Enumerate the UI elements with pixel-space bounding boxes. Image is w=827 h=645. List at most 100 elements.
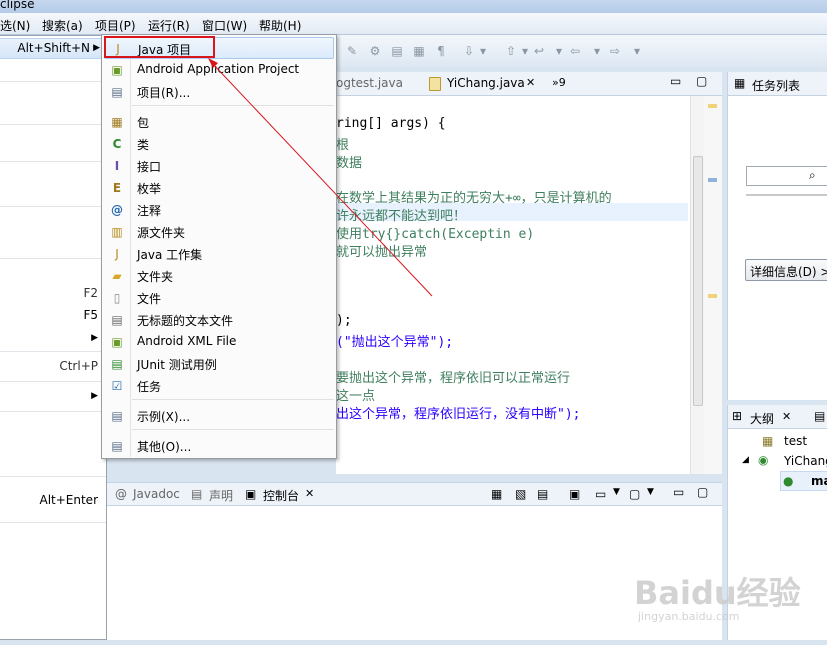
working-set-icon: J: [115, 247, 119, 261]
tab-console[interactable]: 控制台: [263, 487, 299, 504]
new-console-icon[interactable]: ▢: [629, 487, 640, 501]
tool-icon[interactable]: ⚙: [368, 44, 382, 58]
submenu-arrow-icon: ▶: [93, 43, 100, 53]
package-icon: ▦: [111, 115, 123, 129]
paragraph-icon[interactable]: ¶: [434, 44, 448, 58]
back-icon[interactable]: ⇦: [568, 44, 582, 58]
menu-item-android-project[interactable]: ▣ Android Application Project: [104, 59, 334, 81]
code-line: ("抛出这个异常");: [336, 335, 454, 350]
menu-item-folder[interactable]: ▰ 文件夹: [104, 265, 334, 287]
tab-yichang[interactable]: YiChang.java: [447, 76, 525, 90]
tab-outline[interactable]: 大纲: [750, 410, 774, 427]
chevron-down-icon[interactable]: ▼: [613, 487, 620, 497]
shortcut-refresh: F5: [83, 308, 98, 322]
menu-run[interactable]: 运行(R): [148, 17, 190, 34]
details-button[interactable]: 详细信息(D) >: [745, 259, 827, 281]
menu-help[interactable]: 帮助(H): [259, 17, 301, 34]
display-console-icon[interactable]: ▣: [569, 487, 580, 501]
open-console-icon[interactable]: ▭: [595, 487, 606, 501]
chevron-down-icon[interactable]: ▾: [630, 44, 644, 58]
menu-item-annotation[interactable]: @ 注释: [104, 199, 334, 221]
menu-item-package[interactable]: ▦ 包: [104, 111, 334, 133]
menu-separator: [0, 522, 106, 523]
menu-item-junit-test-case[interactable]: ▤ JUnit 测试用例: [104, 353, 334, 375]
tab-declaration[interactable]: 声明: [209, 487, 233, 504]
minimize-icon[interactable]: ▭: [673, 485, 684, 499]
menu-navigate[interactable]: 选(N): [0, 17, 30, 34]
tab-javadoc[interactable]: Javadoc: [133, 487, 180, 501]
chevron-down-icon[interactable]: ▾: [518, 44, 532, 58]
annotation-marker[interactable]: [708, 178, 717, 182]
watermark-domain: jingyan.baidu.com: [638, 610, 740, 623]
menu-item-interface[interactable]: I 接口: [104, 155, 334, 177]
selected-outline-row[interactable]: ● ma: [780, 471, 827, 491]
folder-icon: ▰: [112, 269, 122, 283]
menu-item-task[interactable]: ☑ 任务: [104, 375, 334, 397]
editor-scrollbar[interactable]: [690, 96, 704, 474]
menu-item-file[interactable]: ▯ 文件: [104, 287, 334, 309]
scroll-lock-icon[interactable]: ▧: [515, 487, 526, 501]
chevron-down-icon[interactable]: ▾: [590, 44, 604, 58]
maximize-icon[interactable]: ▢: [697, 485, 708, 499]
task-search-input[interactable]: ⌕: [746, 166, 827, 186]
clear-console-icon[interactable]: ▦: [491, 487, 502, 501]
menu-item-examples[interactable]: ▤ 示例(X)...: [104, 405, 334, 427]
chevron-down-icon[interactable]: ▾: [476, 44, 490, 58]
view-icon[interactable]: ▤: [814, 409, 825, 423]
menu-separator: [132, 429, 334, 430]
prev-annotation-icon[interactable]: ⇧: [504, 44, 518, 58]
edit-icon[interactable]: ✎: [345, 44, 359, 58]
code-editor[interactable]: ring[] args) { 根 数据 在数学上其结果为正的无穷大+∞，只是计算…: [336, 96, 722, 474]
shortcut-rename: F2: [83, 286, 98, 300]
watermark-brand: Baidu经验: [634, 574, 801, 612]
outline-item-test[interactable]: test: [784, 434, 807, 448]
close-icon[interactable]: ✕: [305, 487, 314, 500]
maximize-icon[interactable]: ▢: [696, 74, 707, 88]
other-icon: ▤: [111, 439, 123, 453]
menu-item-untitled-text-file[interactable]: ▤ 无标题的文本文件: [104, 309, 334, 331]
menu-project[interactable]: 项目(P): [95, 17, 136, 34]
task-list-icon: ▦: [734, 76, 746, 90]
menu-bar: 选(N) 搜索(a) 项目(P) 运行(R) 窗口(W) 帮助(H): [0, 13, 827, 35]
menu-window[interactable]: 窗口(W): [202, 17, 247, 34]
menu-item-android-xml-file[interactable]: ▣ Android XML File: [104, 331, 334, 353]
next-annotation-icon[interactable]: ⇩: [462, 44, 476, 58]
last-edit-icon[interactable]: ↩: [532, 44, 546, 58]
minimize-icon[interactable]: ▭: [670, 74, 681, 88]
annotation-marker[interactable]: [708, 104, 717, 108]
shortcut-new: Alt+Shift+N: [17, 41, 90, 55]
menu-item-other[interactable]: ▤ 其他(O)...: [104, 435, 334, 457]
pin-console-icon[interactable]: ▤: [537, 487, 548, 501]
annotation-marker[interactable]: [708, 294, 717, 298]
menu-separator: [0, 476, 106, 477]
junit-icon: ▤: [111, 357, 123, 371]
close-icon[interactable]: ✕: [782, 410, 791, 423]
menu-item-enum[interactable]: E 枚举: [104, 177, 334, 199]
method-icon: ●: [783, 474, 794, 488]
console-output[interactable]: [107, 506, 722, 640]
tab-task-list[interactable]: 任务列表: [752, 77, 800, 94]
chevron-down-icon[interactable]: ▾: [552, 44, 566, 58]
scrollbar-thumb[interactable]: [693, 156, 703, 406]
menu-item-source-folder[interactable]: ▥ 源文件夹: [104, 221, 334, 243]
outline-item-yichang[interactable]: YiChang: [784, 454, 827, 468]
chevron-down-icon[interactable]: ▼: [647, 487, 654, 497]
copy-icon[interactable]: ▤: [390, 44, 404, 58]
outline-item-main[interactable]: ma: [811, 474, 827, 488]
forward-icon[interactable]: ⇨: [608, 44, 622, 58]
menu-item-project[interactable]: ▤ 项目(R)...: [104, 81, 334, 103]
tab-ogtest[interactable]: ogtest.java: [336, 76, 403, 90]
code-line: 许永远都不能达到吧！: [336, 209, 467, 224]
code-line: 使用try{}catch(Exceptin e): [336, 227, 535, 242]
close-icon[interactable]: ✕: [526, 76, 535, 89]
menu-separator: [0, 258, 106, 259]
submenu-arrow-icon: ▶: [91, 333, 98, 343]
code-line: );: [336, 313, 352, 328]
menu-item-class[interactable]: C 类: [104, 133, 334, 155]
search-icon[interactable]: ⌕: [809, 168, 816, 183]
menu-item-java-working-set[interactable]: J Java 工作集: [104, 243, 334, 265]
tab-overflow[interactable]: »9: [552, 76, 566, 89]
menu-search[interactable]: 搜索(a): [42, 17, 83, 34]
expand-icon[interactable]: ◢: [742, 455, 749, 465]
document-icon[interactable]: ▦: [412, 44, 426, 58]
